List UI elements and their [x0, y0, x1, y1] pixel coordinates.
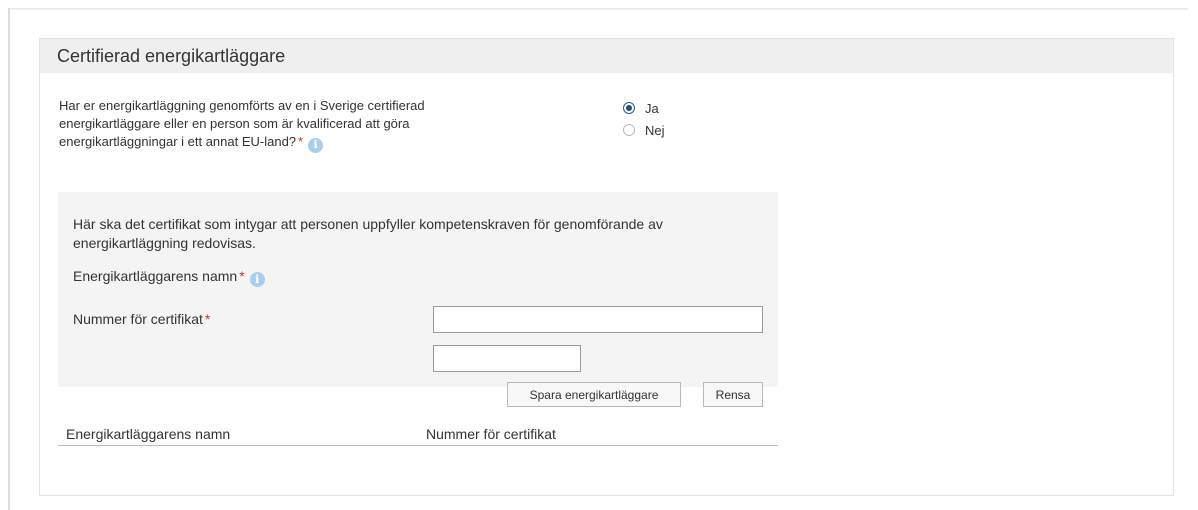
window-top-edge: [8, 8, 1188, 10]
radio-button-nej[interactable]: [623, 124, 635, 136]
radio-button-ja[interactable]: [623, 102, 635, 114]
certificate-form: Här ska det certifikat som intygar att p…: [58, 192, 778, 407]
save-auditor-button[interactable]: Spara energikartläggare: [507, 382, 681, 407]
column-header-name: Energikartläggarens namn: [66, 426, 231, 442]
certificate-description: Här ska det certifikat som intygar att p…: [73, 216, 663, 251]
section-header: Certifierad energikartläggare: [40, 39, 1173, 73]
certificate-number-input[interactable]: [433, 345, 581, 372]
clear-button[interactable]: Rensa: [703, 382, 763, 407]
radio-group: Ja Nej: [623, 97, 665, 141]
question-text-block: Har er energikartläggning genomförts av …: [59, 97, 529, 153]
auditor-name-label: Energikartläggarens namn: [73, 268, 238, 284]
certified-auditor-panel: Certifierad energikartläggare Har er ene…: [39, 38, 1174, 496]
radio-option-ja[interactable]: Ja: [623, 97, 665, 119]
question-text: Har er energikartläggning genomförts av …: [59, 98, 425, 149]
auditor-table-header: Energikartläggarens namn Nummer för cert…: [58, 426, 778, 446]
window-left-edge: [8, 8, 10, 510]
auditor-name-label-row: Energikartläggarens namn * i: [73, 268, 265, 287]
auditor-name-input[interactable]: [433, 306, 763, 333]
radio-option-nej[interactable]: Nej: [623, 119, 665, 141]
info-icon[interactable]: i: [249, 272, 265, 287]
info-icon[interactable]: i: [308, 137, 324, 153]
radio-label-ja: Ja: [645, 100, 659, 116]
column-header-certificate-number: Nummer för certifikat: [426, 426, 556, 442]
required-asterisk: *: [204, 311, 211, 327]
required-asterisk: *: [239, 268, 245, 284]
section-title: Certifierad energikartläggare: [57, 45, 286, 66]
required-asterisk: *: [298, 134, 304, 149]
certificate-number-label: Nummer för certifikat: [73, 311, 203, 327]
radio-label-nej: Nej: [645, 122, 665, 138]
certificate-number-label-row: Nummer för certifikat *: [73, 311, 210, 327]
